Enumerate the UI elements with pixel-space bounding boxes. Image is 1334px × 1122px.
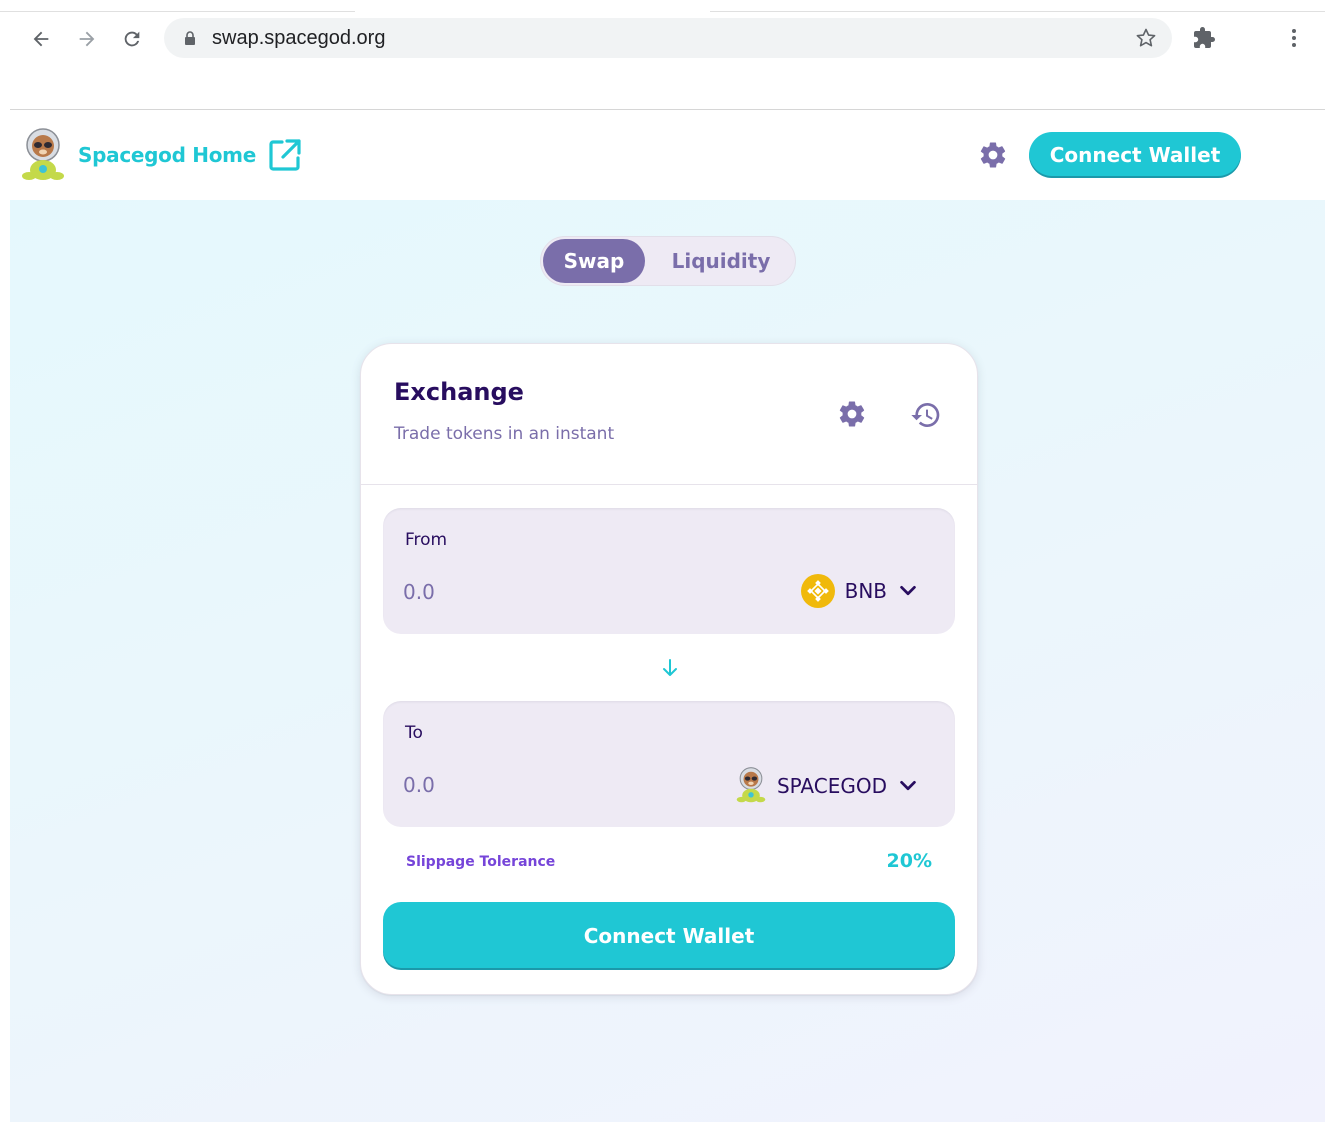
swap-liquidity-toggle: Swap Liquidity — [540, 236, 796, 286]
to-token-name: SPACEGOD — [776, 774, 887, 798]
home-label: Spacegod Home — [78, 143, 256, 167]
to-amount-input[interactable] — [403, 773, 703, 797]
back-button[interactable] — [26, 24, 56, 54]
from-token-name: BNB — [844, 579, 887, 603]
chevron-down-icon — [900, 780, 916, 791]
url-text: swap.spacegod.org — [212, 27, 386, 49]
address-bar[interactable]: swap.spacegod.org — [164, 18, 1172, 58]
tab-strip-line — [710, 11, 1325, 12]
card-subtitle: Trade tokens in an instant — [394, 424, 615, 444]
kebab-menu-icon[interactable] — [1282, 26, 1306, 50]
home-link[interactable]: Spacegod Home — [78, 138, 302, 172]
app-header: Spacegod Home Connect Wallet — [10, 110, 1325, 200]
spacegod-logo[interactable] — [20, 128, 66, 184]
tab-swap[interactable]: Swap — [543, 239, 645, 283]
to-label: To — [405, 723, 423, 743]
exchange-card: Exchange Trade tokens in an instant From — [360, 343, 978, 995]
gear-icon[interactable] — [978, 140, 1008, 170]
card-title: Exchange — [394, 378, 524, 406]
forward-button[interactable] — [72, 24, 102, 54]
external-link-icon — [269, 139, 301, 171]
back-arrow-icon — [33, 31, 49, 47]
to-panel: To SPACEGOD — [383, 701, 955, 827]
chevron-down-icon — [900, 585, 916, 596]
from-amount-input[interactable] — [403, 580, 703, 604]
browser-chrome: swap.spacegod.org — [0, 0, 1334, 110]
main-area: Swap Liquidity Exchange Trade tokens in … — [10, 200, 1325, 1122]
spacegod-token-icon — [736, 767, 766, 803]
to-token-select[interactable]: SPACEGOD — [735, 767, 919, 805]
connect-wallet-button[interactable]: Connect Wallet — [1029, 132, 1241, 178]
connect-wallet-button[interactable]: Connect Wallet — [383, 902, 955, 970]
from-label: From — [405, 530, 448, 550]
slippage-label: Slippage Tolerance — [406, 854, 556, 870]
tab-liquidity[interactable]: Liquidity — [653, 239, 789, 283]
slippage-value[interactable]: 20% — [887, 850, 932, 872]
reload-icon — [124, 31, 140, 47]
lock-icon — [185, 31, 195, 45]
reload-button[interactable] — [117, 24, 147, 54]
arrow-down-icon[interactable] — [661, 658, 679, 678]
star-icon[interactable] — [1134, 26, 1158, 50]
bnb-icon — [800, 574, 835, 608]
card-divider — [361, 484, 977, 485]
tab-strip-line — [0, 11, 355, 12]
from-panel: From BNB — [383, 508, 955, 634]
from-token-select[interactable]: BNB — [800, 574, 919, 608]
puzzle-icon[interactable] — [1192, 26, 1216, 50]
history-icon[interactable] — [910, 399, 942, 431]
gear-icon[interactable] — [837, 399, 867, 429]
forward-arrow-icon — [79, 31, 95, 47]
